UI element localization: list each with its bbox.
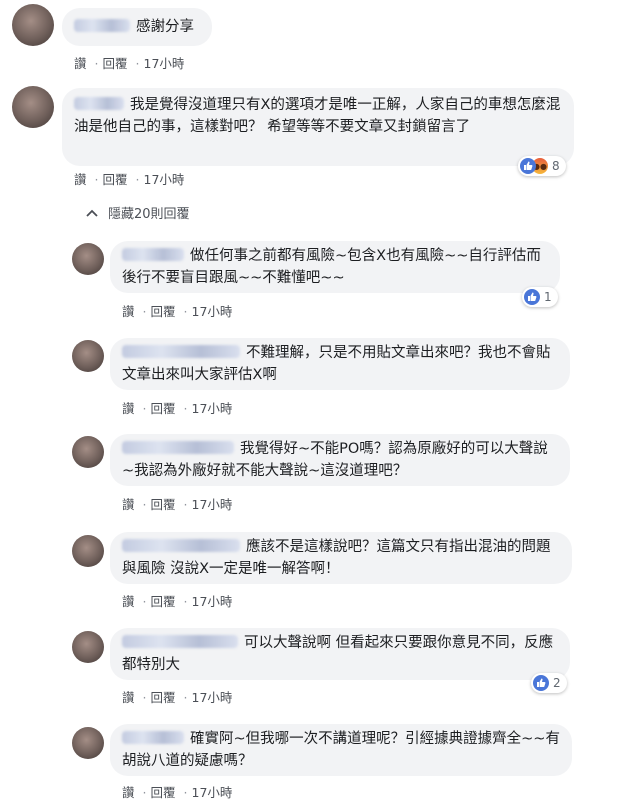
timestamp[interactable]: 17小時	[192, 304, 233, 319]
reply-actions: 讚 · 回覆 · 17小時	[122, 785, 233, 800]
reaction-summary[interactable]: 1	[522, 287, 558, 307]
comment-bubble: 感謝分享	[62, 8, 212, 46]
blurred-author-name[interactable]	[74, 19, 130, 32]
like-link[interactable]: 讚	[122, 594, 135, 609]
comment-text: 感謝分享	[136, 19, 194, 35]
avatar[interactable]	[72, 727, 104, 759]
reaction-summary[interactable]: ●● 8	[518, 156, 566, 176]
timestamp[interactable]: 17小時	[192, 594, 233, 609]
like-link[interactable]: 讚	[74, 172, 87, 187]
avatar[interactable]	[72, 243, 104, 275]
avatar[interactable]	[12, 4, 54, 46]
reply-bubble: 不難理解，只是不用貼文章出來吧？我也不會貼文章出來叫大家評估X啊	[110, 338, 570, 390]
chevron-up-icon	[86, 206, 98, 220]
hide-replies-toggle[interactable]: 隱藏20則回覆	[86, 203, 190, 222]
reply-link[interactable]: 回覆	[151, 401, 176, 416]
reaction-summary[interactable]: 2	[531, 673, 567, 693]
timestamp[interactable]: 17小時	[192, 785, 233, 800]
reply-bubble: 應該不是這樣說吧？這篇文只有指出混油的問題與風險 沒說X一定是唯一解答啊！	[110, 532, 572, 584]
reaction-count: 2	[553, 676, 561, 690]
reply-actions: 讚 · 回覆 · 17小時	[122, 690, 233, 705]
avatar[interactable]	[72, 631, 104, 663]
reply-actions: 讚 · 回覆 · 17小時	[122, 497, 233, 512]
reply-actions: 讚 · 回覆 · 17小時	[122, 304, 233, 319]
blurred-author-name[interactable]	[122, 539, 240, 552]
blurred-author-name[interactable]	[74, 97, 124, 110]
reply-actions: 讚 · 回覆 · 17小時	[122, 594, 233, 609]
avatar[interactable]	[72, 535, 104, 567]
reply-link[interactable]: 回覆	[103, 56, 128, 71]
like-link[interactable]: 讚	[122, 401, 135, 416]
comment-actions: 讚 · 回覆 · 17小時	[74, 56, 185, 71]
reply-link[interactable]: 回覆	[151, 785, 176, 800]
comment-bubble: 我是覺得沒道理只有X的選項才是唯一正解，人家自己的車想怎麼混油是他自己的事，這樣…	[62, 88, 574, 166]
reply-bubble: 做任何事之前都有風險~包含X也有風險~~自行評估而後行不要盲目跟風~~不難懂吧~…	[110, 241, 560, 293]
reply-link[interactable]: 回覆	[151, 690, 176, 705]
like-link[interactable]: 讚	[122, 497, 135, 512]
reply-bubble: 確實阿~但我哪一次不講道理呢？引經據典證據齊全~~有胡說八道的疑慮嗎？	[110, 724, 572, 776]
reaction-count: 8	[552, 159, 560, 173]
reply-link[interactable]: 回覆	[103, 172, 128, 187]
thumbs-up-icon	[520, 158, 536, 174]
timestamp[interactable]: 17小時	[144, 56, 185, 71]
like-link[interactable]: 讚	[122, 304, 135, 319]
avatar[interactable]	[72, 340, 104, 372]
thumbs-up-icon	[524, 289, 540, 305]
reply-link[interactable]: 回覆	[151, 497, 176, 512]
like-link[interactable]: 讚	[122, 690, 135, 705]
timestamp[interactable]: 17小時	[192, 690, 233, 705]
reply-link[interactable]: 回覆	[151, 594, 176, 609]
reply-bubble: 我覺得好~不能PO嗎？認為原廠好的可以大聲說~我認為外廠好就不能大聲說~這沒道理…	[110, 434, 570, 486]
reply-actions: 讚 · 回覆 · 17小時	[122, 401, 233, 416]
reply-link[interactable]: 回覆	[151, 304, 176, 319]
reply-text: 確實阿~但我哪一次不講道理呢？引經據典證據齊全~~有胡說八道的疑慮嗎？	[122, 731, 560, 769]
like-link[interactable]: 讚	[122, 785, 135, 800]
avatar[interactable]	[72, 436, 104, 468]
thumbs-up-icon	[533, 675, 549, 691]
hide-replies-label: 隱藏20則回覆	[108, 207, 190, 222]
blurred-author-name[interactable]	[122, 731, 184, 744]
blurred-author-name[interactable]	[122, 248, 184, 261]
timestamp[interactable]: 17小時	[192, 401, 233, 416]
reply-bubble: 可以大聲說啊 但看起來只要跟你意見不同，反應都特別大	[110, 628, 570, 680]
like-link[interactable]: 讚	[74, 56, 87, 71]
timestamp[interactable]: 17小時	[192, 497, 233, 512]
comment-actions: 讚 · 回覆 · 17小時	[74, 172, 185, 187]
blurred-author-name[interactable]	[122, 345, 240, 358]
reply-text: 做任何事之前都有風險~包含X也有風險~~自行評估而後行不要盲目跟風~~不難懂吧~…	[122, 248, 541, 286]
blurred-author-name[interactable]	[122, 441, 234, 454]
reaction-count: 1	[544, 290, 552, 304]
comment-text: 我是覺得沒道理只有X的選項才是唯一正解，人家自己的車想怎麼混油是他自己的事，這樣…	[74, 97, 561, 135]
timestamp[interactable]: 17小時	[144, 172, 185, 187]
avatar[interactable]	[12, 86, 54, 128]
blurred-author-name[interactable]	[122, 635, 238, 648]
